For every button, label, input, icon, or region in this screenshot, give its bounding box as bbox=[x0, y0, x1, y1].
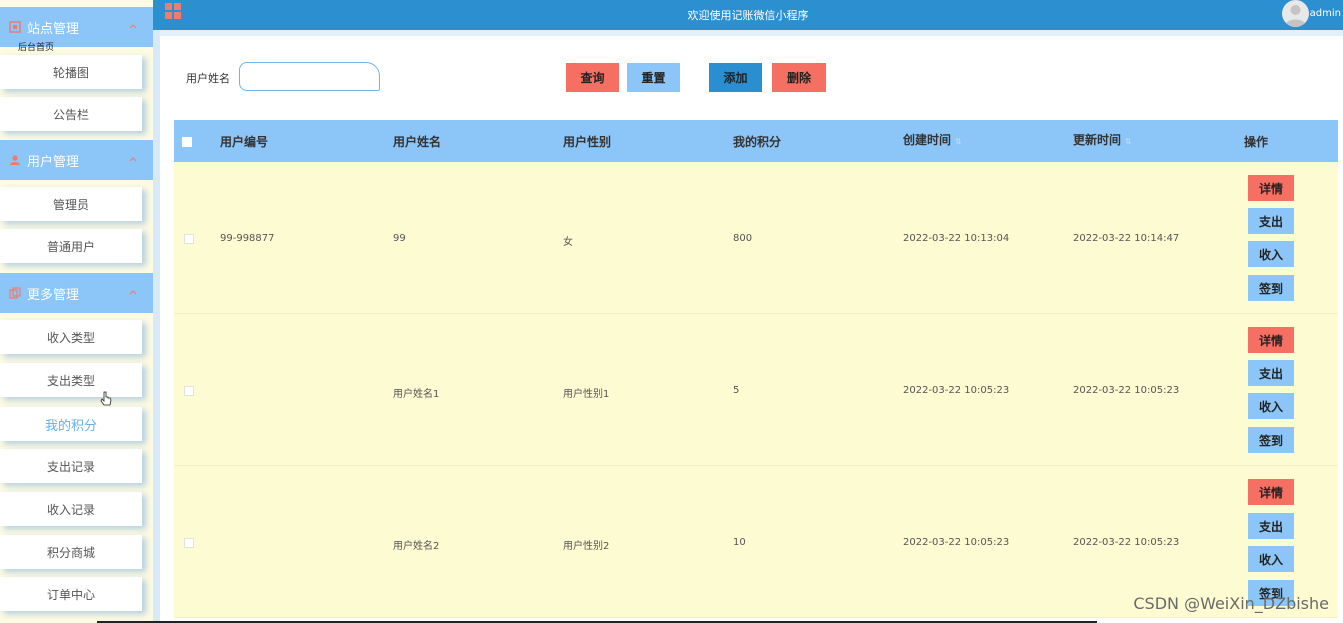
pointer-cursor-icon bbox=[100, 391, 112, 406]
sidebar-item-expense-record[interactable]: 支出记录 bbox=[0, 449, 142, 483]
sidebar-item-income-type[interactable]: 收入类型 bbox=[0, 320, 142, 354]
cell-gender: 女 bbox=[563, 237, 573, 248]
sidebar-item-label: 轮播图 bbox=[52, 65, 89, 80]
cell-gender: 用户性别2 bbox=[563, 541, 610, 552]
column-header-name: 用户姓名 bbox=[393, 135, 442, 149]
details-button[interactable]: 详情 bbox=[1248, 479, 1294, 505]
table-row: 用户姓名1 用户性别1 5 2022-03-22 10:05:23 2022-0… bbox=[174, 314, 1338, 466]
cell-id: 99-998877 bbox=[220, 233, 275, 244]
column-header-id: 用户编号 bbox=[220, 135, 269, 149]
search-label: 用户姓名 bbox=[186, 72, 230, 85]
column-header-gender: 用户性别 bbox=[563, 135, 612, 149]
add-button[interactable]: 添加 bbox=[709, 63, 762, 92]
select-all-checkbox[interactable] bbox=[182, 137, 192, 147]
top-bar: 欢迎使用记账微信小程序 admin bbox=[153, 0, 1343, 30]
chevron-up-icon bbox=[129, 290, 137, 295]
sidebar-group-label: 用户管理 bbox=[27, 154, 80, 170]
sidebar-item-label: 管理员 bbox=[52, 197, 89, 212]
app-title: 欢迎使用记账微信小程序 bbox=[687, 9, 809, 22]
watermark: CSDN @WeiXin_DZbishe bbox=[1133, 594, 1329, 613]
cell-name: 99 bbox=[393, 233, 406, 244]
cell-updated: 2022-03-22 10:14:47 bbox=[1073, 233, 1180, 244]
row-checkbox[interactable] bbox=[184, 538, 194, 548]
cell-created: 2022-03-22 10:05:23 bbox=[903, 385, 1010, 396]
user-icon bbox=[10, 155, 20, 165]
sidebar-item-expense-type[interactable]: 支出类型 bbox=[0, 363, 142, 397]
sidebar-corner-text: 后台首页 bbox=[18, 43, 55, 53]
income-button[interactable]: 收入 bbox=[1248, 241, 1294, 267]
cell-gender: 用户性别1 bbox=[563, 389, 610, 400]
cell-name: 用户姓名2 bbox=[393, 541, 440, 552]
sidebar-item-income-record[interactable]: 收入记录 bbox=[0, 492, 142, 526]
query-button[interactable]: 查询 bbox=[566, 63, 619, 92]
sidebar-item-label: 支出记录 bbox=[46, 459, 95, 474]
expense-button[interactable]: 支出 bbox=[1248, 513, 1294, 539]
sidebar-item-normal-users[interactable]: 普通用户 bbox=[0, 229, 142, 263]
sidebar-item-label: 收入记录 bbox=[46, 502, 95, 517]
user-avatar-icon bbox=[1285, 5, 1306, 27]
cell-created: 2022-03-22 10:13:04 bbox=[903, 233, 1010, 244]
cell-points: 800 bbox=[733, 233, 753, 244]
cell-points: 10 bbox=[733, 537, 746, 548]
income-button[interactable]: 收入 bbox=[1248, 546, 1294, 572]
sidebar-group-label: 更多管理 bbox=[27, 287, 80, 303]
cell-name: 用户姓名1 bbox=[393, 389, 440, 400]
delete-button[interactable]: 删除 bbox=[772, 63, 826, 92]
checkin-button[interactable]: 签到 bbox=[1248, 275, 1294, 301]
column-header-updated[interactable]: 更新时间 ⇅ bbox=[1073, 131, 1132, 148]
username[interactable]: admin bbox=[1310, 8, 1341, 19]
sidebar-item-points-mall[interactable]: 积分商城 bbox=[0, 535, 142, 569]
avatar[interactable] bbox=[1282, 0, 1309, 27]
sidebar-item-label: 收入类型 bbox=[46, 330, 95, 345]
reset-button[interactable]: 重置 bbox=[627, 63, 680, 92]
sidebar-item-label: 订单中心 bbox=[46, 587, 95, 602]
sidebar-item-label: 我的积分 bbox=[44, 418, 97, 434]
sidebar-group-users[interactable]: 用户管理 bbox=[0, 140, 153, 180]
sort-icon[interactable]: ⇅ bbox=[955, 137, 962, 146]
expense-button[interactable]: 支出 bbox=[1248, 208, 1294, 234]
cell-updated: 2022-03-22 10:05:23 bbox=[1073, 537, 1180, 548]
sidebar: 站点管理 后台首页 轮播图 公告栏 用户管理 管理员 普通用户 更多管理 收入类… bbox=[0, 0, 153, 623]
checkin-button[interactable]: 签到 bbox=[1248, 427, 1294, 453]
details-button[interactable]: 详情 bbox=[1248, 175, 1294, 201]
search-input[interactable] bbox=[239, 62, 380, 91]
column-header-label: 更新时间 bbox=[1073, 133, 1122, 147]
content-divider bbox=[153, 30, 1343, 36]
chevron-up-icon bbox=[129, 24, 137, 29]
sidebar-group-more[interactable]: 更多管理 bbox=[0, 273, 153, 313]
column-header-created[interactable]: 创建时间 ⇅ bbox=[903, 131, 962, 148]
sidebar-item-label: 普通用户 bbox=[46, 239, 95, 254]
home-icon bbox=[9, 21, 21, 33]
table-header: 用户编号 用户姓名 用户性别 我的积分 创建时间 ⇅ 更新时间 ⇅ 操作 bbox=[174, 120, 1338, 162]
content-edge bbox=[153, 30, 160, 623]
cell-points: 5 bbox=[733, 385, 740, 396]
column-header-actions: 操作 bbox=[1244, 135, 1269, 149]
cell-created: 2022-03-22 10:05:23 bbox=[903, 537, 1010, 548]
expense-button[interactable]: 支出 bbox=[1248, 360, 1294, 386]
sort-icon[interactable]: ⇅ bbox=[1125, 137, 1132, 146]
sidebar-item-notice[interactable]: 公告栏 bbox=[0, 97, 142, 131]
sidebar-item-label: 积分商城 bbox=[46, 545, 95, 560]
cell-updated: 2022-03-22 10:05:23 bbox=[1073, 385, 1180, 396]
sidebar-item-my-points[interactable]: 我的积分 bbox=[0, 407, 142, 441]
row-checkbox[interactable] bbox=[184, 386, 194, 396]
sidebar-item-carousel[interactable]: 轮播图 bbox=[0, 55, 142, 89]
copy-icon bbox=[9, 287, 21, 299]
row-checkbox[interactable] bbox=[184, 234, 194, 244]
column-header-points: 我的积分 bbox=[733, 135, 782, 149]
table-row: 99-998877 99 女 800 2022-03-22 10:13:04 2… bbox=[174, 162, 1338, 314]
sidebar-item-order-center[interactable]: 订单中心 bbox=[0, 577, 142, 611]
sidebar-item-admin[interactable]: 管理员 bbox=[0, 187, 142, 221]
details-button[interactable]: 详情 bbox=[1248, 327, 1294, 353]
chevron-up-icon bbox=[129, 157, 137, 162]
income-button[interactable]: 收入 bbox=[1248, 393, 1294, 419]
sidebar-item-label: 公告栏 bbox=[52, 107, 89, 122]
sidebar-item-label: 支出类型 bbox=[46, 373, 95, 388]
column-header-label: 创建时间 bbox=[903, 133, 952, 147]
sidebar-group-label: 站点管理 bbox=[27, 21, 80, 37]
